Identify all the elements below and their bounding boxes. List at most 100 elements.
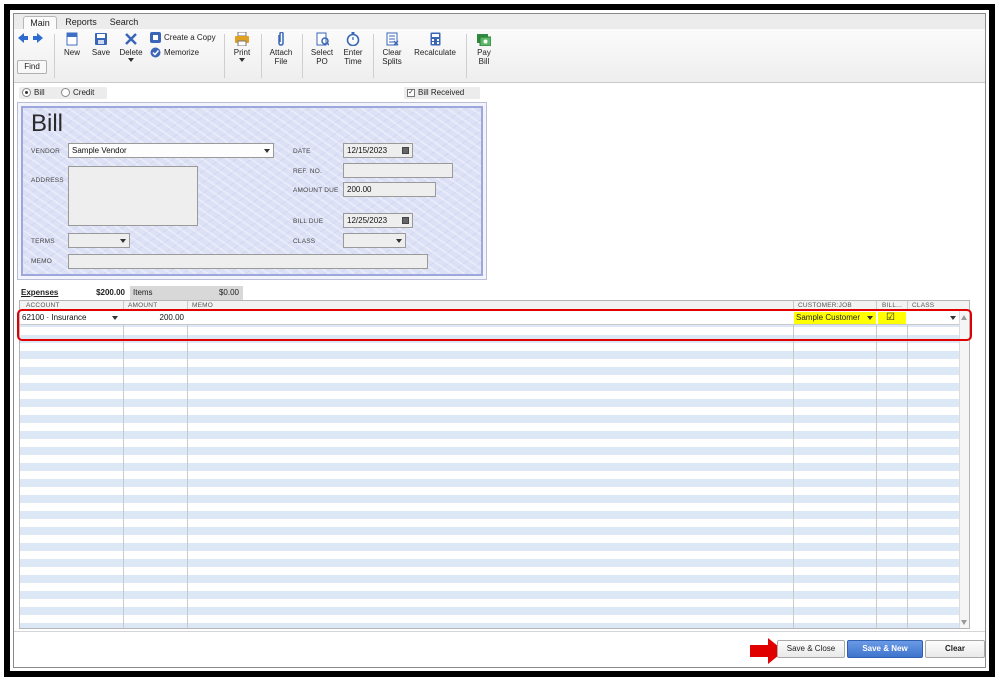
column-divider xyxy=(793,301,794,628)
recalculate-button[interactable]: Recalculate xyxy=(412,32,458,57)
amount-due-field[interactable]: 200.00 xyxy=(343,182,436,197)
save-new-button[interactable]: Save & New xyxy=(847,640,923,658)
next-icon[interactable] xyxy=(31,33,43,43)
chevron-down-icon xyxy=(239,58,245,62)
amount-due-label: AMOUNT DUE xyxy=(293,187,339,194)
pay-bill-label-line2: Bill xyxy=(478,57,490,66)
calculator-icon xyxy=(430,32,440,46)
print-button[interactable]: Print xyxy=(231,32,253,62)
tab-expenses[interactable]: Expenses $200.00 xyxy=(19,286,129,300)
highlight-annotation xyxy=(17,309,972,341)
toolbar-separator xyxy=(373,34,374,78)
window-frame: Main Reports Search Find New Save Delete xyxy=(4,4,995,677)
class-label: CLASS xyxy=(293,238,316,245)
grid-scrollbar[interactable] xyxy=(959,311,969,628)
transaction-type-row: Bill Credit ✓ Bill Received xyxy=(14,83,985,101)
paperclip-icon xyxy=(278,32,284,46)
column-divider xyxy=(187,301,188,628)
bill-radio-label: Bill xyxy=(34,88,45,97)
memo-field[interactable] xyxy=(68,254,428,269)
chevron-down-icon xyxy=(128,58,134,62)
toolbar-separator xyxy=(54,34,55,78)
calendar-icon[interactable] xyxy=(402,147,409,154)
bill-due-value: 12/25/2023 xyxy=(347,216,388,225)
scroll-down-icon[interactable] xyxy=(961,620,967,625)
bill-received-checkbox[interactable]: ✓ xyxy=(407,89,415,97)
save-button[interactable]: Save xyxy=(90,32,112,57)
tab-reports[interactable]: Reports xyxy=(63,16,99,29)
expenses-tab-amount: $200.00 xyxy=(96,288,125,297)
clear-button[interactable]: Clear xyxy=(925,640,985,658)
class-dropdown[interactable] xyxy=(343,233,406,248)
toolbar-separator xyxy=(224,34,225,78)
select-po-button[interactable]: Select PO xyxy=(309,32,335,66)
tab-main[interactable]: Main xyxy=(23,16,57,29)
grid-rows xyxy=(20,311,969,628)
bill-form-card: Bill VENDOR Sample Vendor ADDRESS TERMS … xyxy=(21,106,483,276)
amount-due-value: 200.00 xyxy=(347,185,372,194)
credit-radio-label: Credit xyxy=(73,88,95,97)
save-close-button[interactable]: Save & Close xyxy=(777,640,845,658)
clear-splits-label-line2: Splits xyxy=(382,57,402,66)
attach-file-button[interactable]: Attach File xyxy=(268,32,294,66)
column-divider xyxy=(907,301,908,628)
address-label: ADDRESS xyxy=(31,177,64,184)
form-title: Bill xyxy=(31,110,64,137)
terms-dropdown[interactable] xyxy=(68,233,130,248)
find-button[interactable]: Find xyxy=(17,60,47,74)
new-button[interactable]: New xyxy=(61,32,83,57)
ref-no-field[interactable] xyxy=(343,163,453,178)
bill-window: Main Reports Search Find New Save Delete xyxy=(13,13,986,668)
footer-bar: Save & Close Save & New Clear xyxy=(14,631,985,667)
credit-radio[interactable] xyxy=(61,88,70,97)
chevron-down-icon xyxy=(120,239,126,243)
vendor-label: VENDOR xyxy=(31,148,61,155)
bill-form: Bill VENDOR Sample Vendor ADDRESS TERMS … xyxy=(17,102,487,280)
items-tab-amount: $0.00 xyxy=(218,288,239,297)
bill-due-label: BILL DUE xyxy=(293,218,324,225)
expenses-grid: ACCOUNT AMOUNT MEMO CUSTOMER:JOB BILL...… xyxy=(19,300,970,629)
tab-search[interactable]: Search xyxy=(106,16,142,29)
stopwatch-icon xyxy=(346,32,360,46)
bill-radio[interactable] xyxy=(22,88,31,97)
column-divider xyxy=(876,301,877,628)
copy-icon xyxy=(150,32,161,43)
chevron-down-icon xyxy=(396,239,402,243)
tab-items[interactable]: Items $0.00 xyxy=(130,286,243,300)
delete-button[interactable]: Delete xyxy=(118,32,144,62)
address-field[interactable] xyxy=(68,166,198,226)
save-label: Save xyxy=(91,48,111,57)
ribbon-toolbar: Find New Save Delete Create a Copy Memor… xyxy=(14,29,985,83)
clear-splits-button[interactable]: Clear Splits xyxy=(379,32,405,66)
print-label: Print xyxy=(233,48,251,57)
bill-due-field[interactable]: 12/25/2023 xyxy=(343,213,413,228)
chevron-down-icon xyxy=(264,149,270,153)
bill-credit-toggle: Bill Credit xyxy=(19,87,107,99)
save-disk-icon xyxy=(95,33,107,45)
delete-x-icon xyxy=(125,33,137,45)
enter-time-label-line1: Enter xyxy=(343,48,363,57)
terms-label: TERMS xyxy=(31,238,55,245)
new-document-icon xyxy=(66,32,78,46)
pay-bill-icon xyxy=(477,34,491,46)
pay-bill-button[interactable]: Pay Bill xyxy=(472,32,496,66)
attach-label-line1: Attach xyxy=(269,48,293,57)
bill-received-field: ✓ Bill Received xyxy=(404,87,480,99)
delete-label: Delete xyxy=(119,48,143,57)
toolbar-separator xyxy=(302,34,303,78)
bill-received-label: Bill Received xyxy=(418,88,465,97)
printer-icon xyxy=(235,32,249,46)
date-field[interactable]: 12/15/2023 xyxy=(343,143,413,158)
expenses-tab-label: Expenses xyxy=(21,288,59,297)
toolbar-separator xyxy=(261,34,262,78)
select-po-label-line2: PO xyxy=(316,57,328,66)
ref-no-label: REF. NO. xyxy=(293,168,323,175)
calendar-icon[interactable] xyxy=(402,217,409,224)
date-label: DATE xyxy=(293,148,311,155)
enter-time-button[interactable]: Enter Time xyxy=(340,32,366,66)
toolbar-separator xyxy=(466,34,467,78)
purchase-order-icon xyxy=(316,32,329,46)
enter-time-label-line2: Time xyxy=(344,57,362,66)
items-tab-label: Items xyxy=(133,288,153,297)
vendor-dropdown[interactable]: Sample Vendor xyxy=(68,143,274,158)
